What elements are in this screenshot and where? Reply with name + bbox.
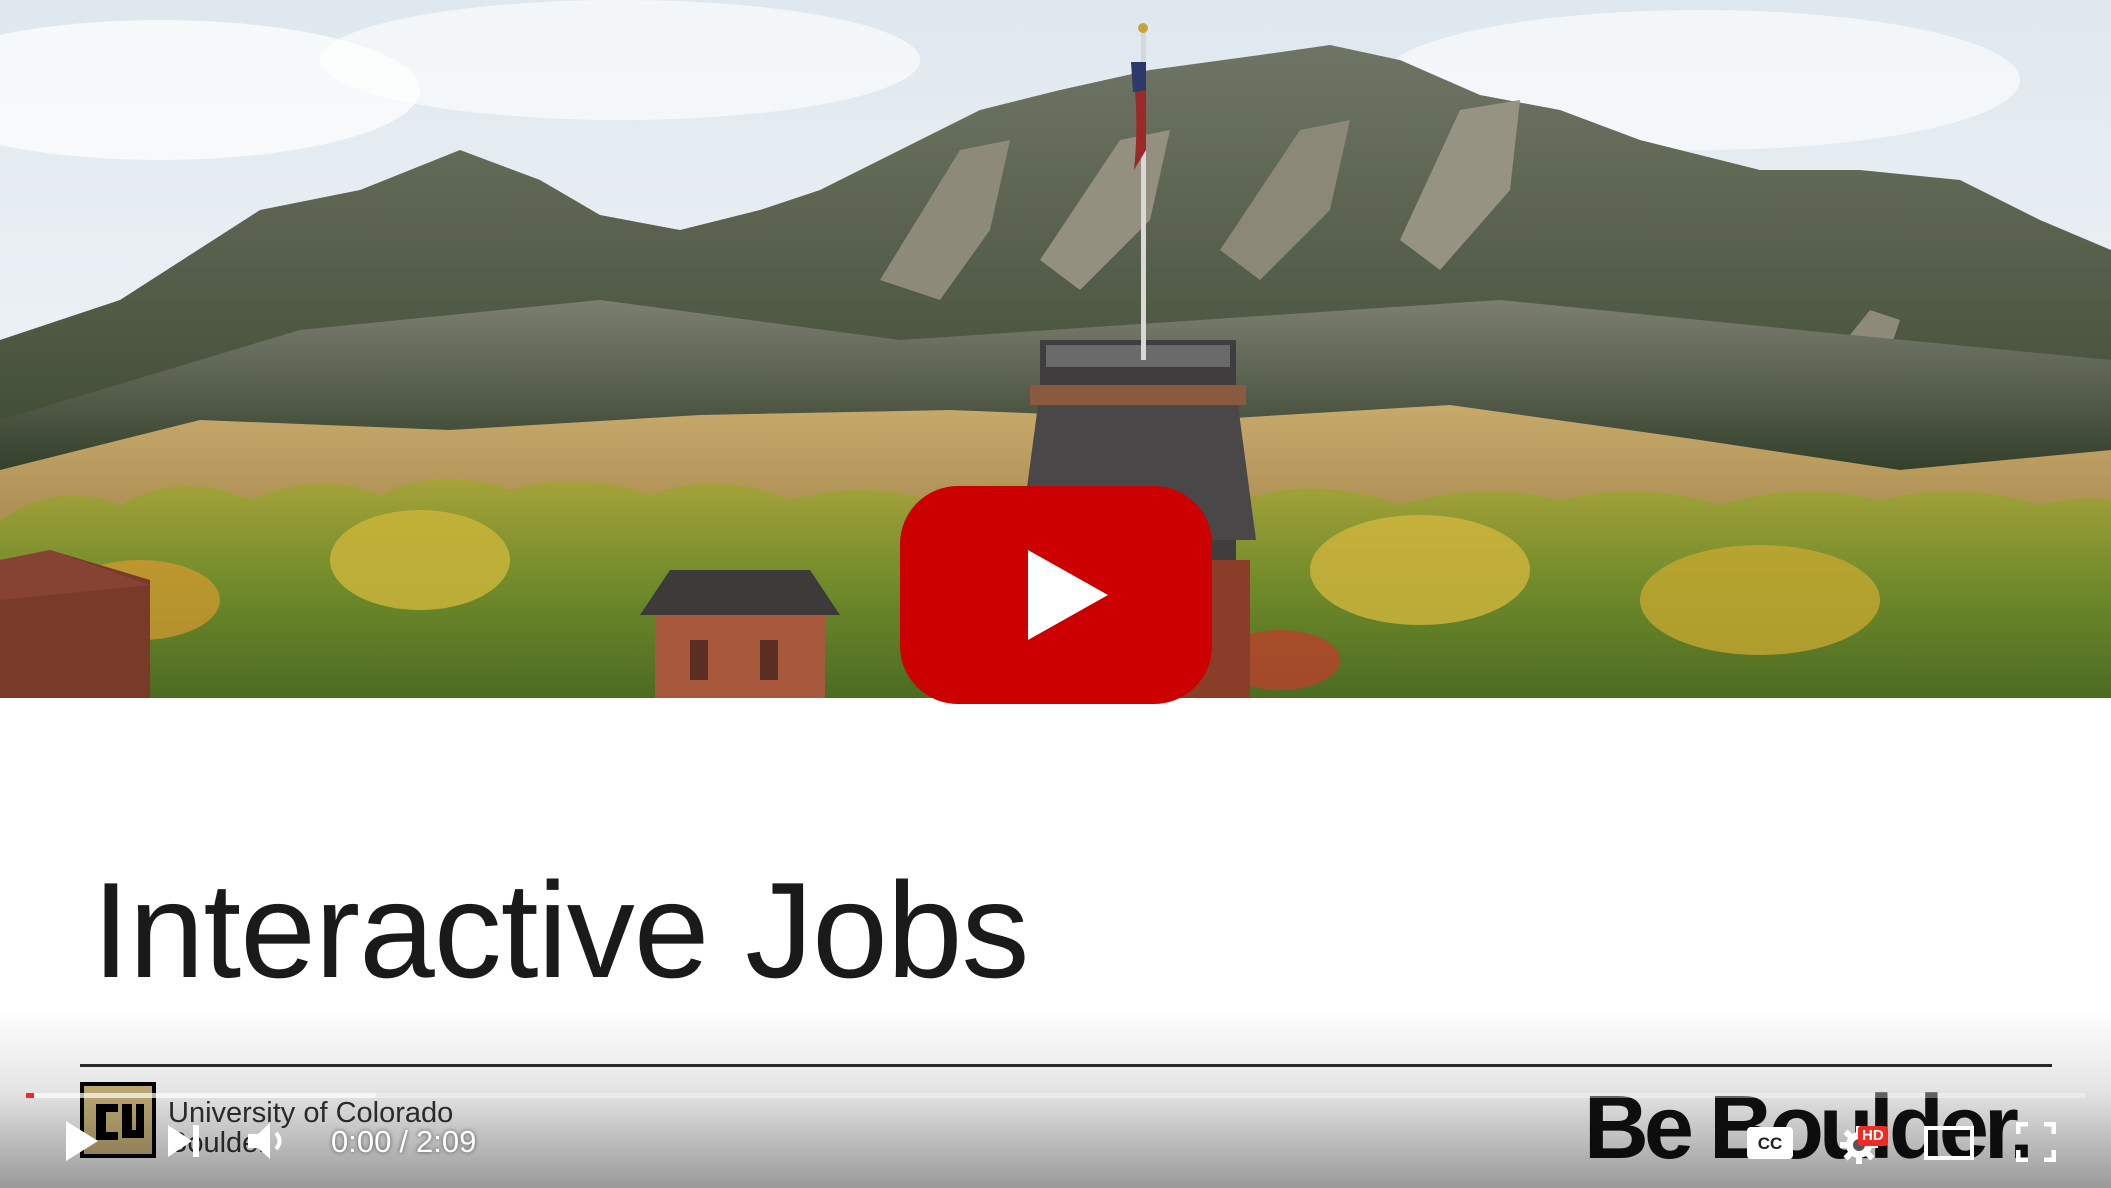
progress-played	[26, 1093, 34, 1098]
video-player[interactable]: Interactive Jobs University of Colorado …	[0, 0, 2111, 1188]
fullscreen-icon	[2016, 1122, 2056, 1162]
youtube-play-icon	[900, 486, 1212, 704]
progress-loaded	[26, 1093, 376, 1098]
big-play-button[interactable]	[900, 486, 1212, 704]
play-button[interactable]	[62, 1118, 102, 1164]
svg-text:CC: CC	[1758, 1134, 1783, 1153]
theater-mode-button[interactable]	[1924, 1126, 1974, 1160]
next-icon	[168, 1125, 199, 1157]
current-time: 0:00	[331, 1124, 392, 1159]
theater-mode-icon	[1924, 1126, 1974, 1160]
cc-icon: CC	[1747, 1127, 1793, 1159]
slide-title: Interactive Jobs	[92, 854, 1029, 1006]
progress-bar[interactable]	[26, 1093, 2085, 1098]
volume-icon	[248, 1123, 282, 1159]
time-display: 0:00/2:09	[331, 1124, 476, 1160]
time-separator: /	[399, 1124, 408, 1159]
captions-button[interactable]: CC	[1746, 1126, 1794, 1160]
volume-button[interactable]	[246, 1120, 292, 1162]
next-button[interactable]	[166, 1122, 202, 1160]
duration: 2:09	[415, 1124, 477, 1159]
play-icon	[66, 1121, 98, 1161]
slide-divider	[80, 1064, 2052, 1067]
fullscreen-button[interactable]	[2016, 1122, 2056, 1162]
hd-badge: HD	[1858, 1126, 1888, 1146]
